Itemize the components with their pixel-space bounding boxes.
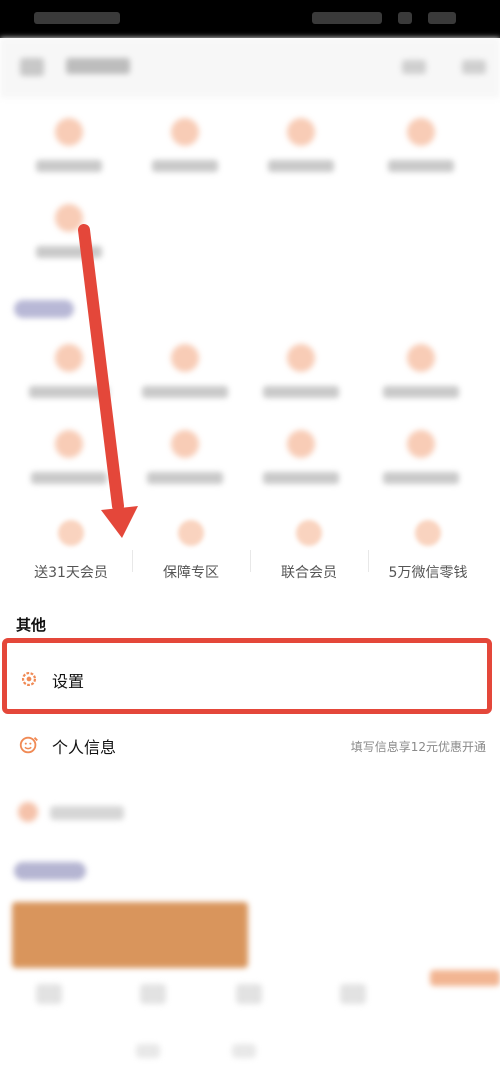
grid-icon <box>171 118 199 146</box>
grid-icon <box>287 118 315 146</box>
grid-item[interactable] <box>366 118 476 172</box>
section-title-other: 其他 <box>16 616 47 634</box>
benefit-label: 5万微信零钱 <box>388 565 468 581</box>
benefit-item[interactable]: 送31天会员 <box>12 514 130 584</box>
grid-item[interactable] <box>130 344 240 398</box>
grid-label-blurred <box>31 472 107 484</box>
grid-item[interactable] <box>14 118 124 172</box>
grid-label-blurred <box>388 160 454 172</box>
blurred-bottom-area <box>0 780 500 1084</box>
grid-item[interactable] <box>130 430 240 484</box>
grid-item[interactable] <box>366 344 476 398</box>
grid-icon <box>287 430 315 458</box>
grid-icon <box>55 344 83 372</box>
grid-icon <box>407 430 435 458</box>
blurred-icon <box>18 802 38 822</box>
blurred-nav-icon <box>340 984 366 1004</box>
top-action-icon[interactable] <box>402 60 426 74</box>
grid-label-blurred <box>152 160 218 172</box>
wifi-icon <box>398 12 412 24</box>
blurred-badge <box>430 970 500 986</box>
grid-icon <box>407 118 435 146</box>
benefit-item[interactable]: 保障专区 <box>132 514 250 584</box>
grid-item[interactable] <box>14 430 124 484</box>
grid-label-blurred <box>142 386 228 398</box>
benefit-label: 送31天会员 <box>34 565 108 581</box>
battery-icon <box>428 12 456 24</box>
grid-item[interactable] <box>130 118 240 172</box>
grid-item[interactable] <box>14 344 124 398</box>
grid-item[interactable] <box>366 430 476 484</box>
grid-icon <box>287 344 315 372</box>
grid-label-blurred <box>263 472 339 484</box>
profile-row[interactable]: 个人信息 填写信息享12元优惠开通 <box>0 716 500 776</box>
benefit-item[interactable]: 联合会员 <box>250 514 368 584</box>
grid-icon <box>55 118 83 146</box>
benefit-label: 保障专区 <box>163 565 219 581</box>
section-title-blurred <box>14 300 74 318</box>
status-right-blur <box>312 12 382 24</box>
crown-icon <box>296 520 322 546</box>
blurred-nav-label <box>136 1044 160 1058</box>
blurred-nav-label <box>232 1044 256 1058</box>
top-nav-bar <box>0 38 500 98</box>
blurred-nav-icon <box>236 984 262 1004</box>
more-icon[interactable] <box>462 60 486 74</box>
status-left-blur <box>34 12 120 24</box>
grid-item[interactable] <box>246 430 356 484</box>
status-bar <box>0 0 500 38</box>
blurred-section-title <box>14 862 86 880</box>
grid-icon <box>55 430 83 458</box>
grid-label-blurred <box>383 472 459 484</box>
benefits-row: 送31天会员 保障专区 联合会员 5万微信零钱 <box>0 514 500 584</box>
back-icon[interactable] <box>20 58 44 76</box>
grid-label-blurred <box>383 386 459 398</box>
grid-icon <box>407 344 435 372</box>
grid-icon <box>171 430 199 458</box>
smile-edit-icon <box>19 736 38 754</box>
profile-label: 个人信息 <box>52 738 117 757</box>
grid-item[interactable] <box>246 344 356 398</box>
grid-label-blurred <box>263 386 339 398</box>
grid-label-blurred <box>36 160 102 172</box>
grid-item[interactable] <box>14 204 124 258</box>
wallet-icon <box>415 520 441 546</box>
blurred-nav-icon <box>36 984 62 1004</box>
highlight-box <box>2 638 492 714</box>
grid-label-blurred <box>268 160 334 172</box>
blurred-banner <box>12 902 248 968</box>
page-title-blurred <box>66 58 130 74</box>
benefit-item[interactable]: 5万微信零钱 <box>368 514 488 584</box>
shield-icon <box>178 520 204 546</box>
grid-icon <box>171 344 199 372</box>
benefit-label: 联合会员 <box>281 565 337 581</box>
blurred-label <box>50 806 124 820</box>
blurred-nav-icon <box>140 984 166 1004</box>
grid-label-blurred <box>29 386 109 398</box>
grid-label-blurred <box>147 472 223 484</box>
profile-promo-text: 填写信息享12元优惠开通 <box>350 740 486 754</box>
grid-label-blurred <box>36 246 102 258</box>
grid-item[interactable] <box>246 118 356 172</box>
grid-icon <box>55 204 83 232</box>
gift-icon <box>58 520 84 546</box>
